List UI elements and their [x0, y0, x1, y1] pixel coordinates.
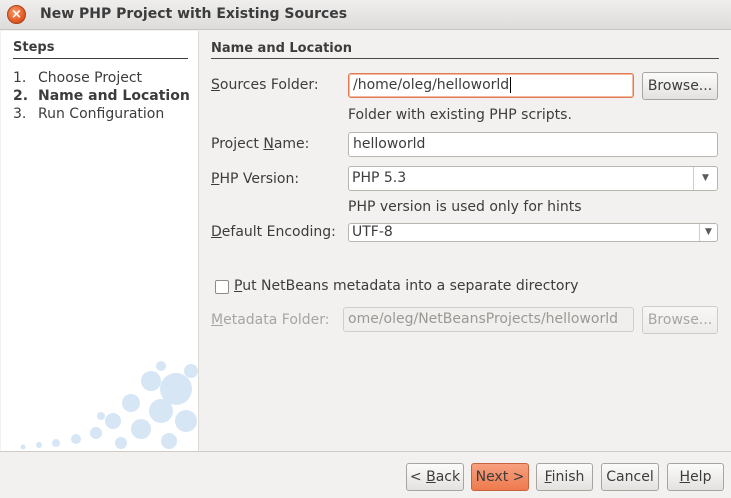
chevron-down-icon: ▼	[693, 167, 717, 190]
sources-folder-label: Sources Folder:	[211, 77, 319, 93]
php-version-select[interactable]: PHP 5.3 ▼	[348, 166, 718, 191]
next-button[interactable]: Next >	[471, 463, 529, 491]
window-title: New PHP Project with Existing Sources	[40, 6, 348, 22]
finish-button[interactable]: Finish	[536, 463, 593, 491]
steps-heading: Steps	[13, 40, 55, 55]
sources-folder-input[interactable]: /home/oleg/helloworld	[348, 73, 634, 98]
title-bar: × New PHP Project with Existing Sources	[0, 0, 731, 30]
step-run-configuration: 3. Run Configuration	[13, 106, 165, 122]
sources-browse-button[interactable]: Browse...	[642, 72, 718, 100]
chevron-down-icon: ▼	[699, 224, 717, 241]
metadata-folder-input[interactable]: ome/oleg/NetBeansProjects/helloworld	[343, 307, 634, 332]
step-name-and-location: 2. Name and Location	[13, 88, 190, 104]
default-encoding-label: Default Encoding:	[211, 224, 336, 240]
cancel-button[interactable]: Cancel	[601, 463, 659, 491]
close-icon[interactable]: ×	[7, 5, 26, 24]
default-encoding-select[interactable]: UTF-8 ▼	[348, 223, 718, 242]
step-choose-project: 1. Choose Project	[13, 70, 143, 86]
back-button[interactable]: < Back	[406, 463, 464, 491]
panel-divider	[211, 58, 719, 59]
metadata-folder-label: Metadata Folder:	[211, 312, 330, 328]
footer-divider	[0, 451, 731, 452]
steps-panel: Steps 1. Choose Project 2. Name and Locati…	[1, 31, 199, 451]
help-button[interactable]: Help	[667, 463, 724, 491]
metadata-checkbox-label[interactable]: Put NetBeans metadata into a separate di…	[234, 278, 579, 294]
decorative-bubbles-image	[20, 361, 198, 450]
metadata-checkbox[interactable]	[215, 280, 229, 294]
steps-divider	[13, 58, 188, 59]
php-version-hint: PHP version is used only for hints	[348, 199, 582, 215]
sources-folder-hint: Folder with existing PHP scripts.	[348, 107, 572, 123]
metadata-browse-button[interactable]: Browse...	[642, 306, 718, 334]
panel-heading: Name and Location	[211, 41, 352, 56]
project-name-label: Project Name:	[211, 136, 310, 152]
project-name-input[interactable]: helloworld	[348, 132, 718, 157]
php-version-label: PHP Version:	[211, 171, 300, 187]
